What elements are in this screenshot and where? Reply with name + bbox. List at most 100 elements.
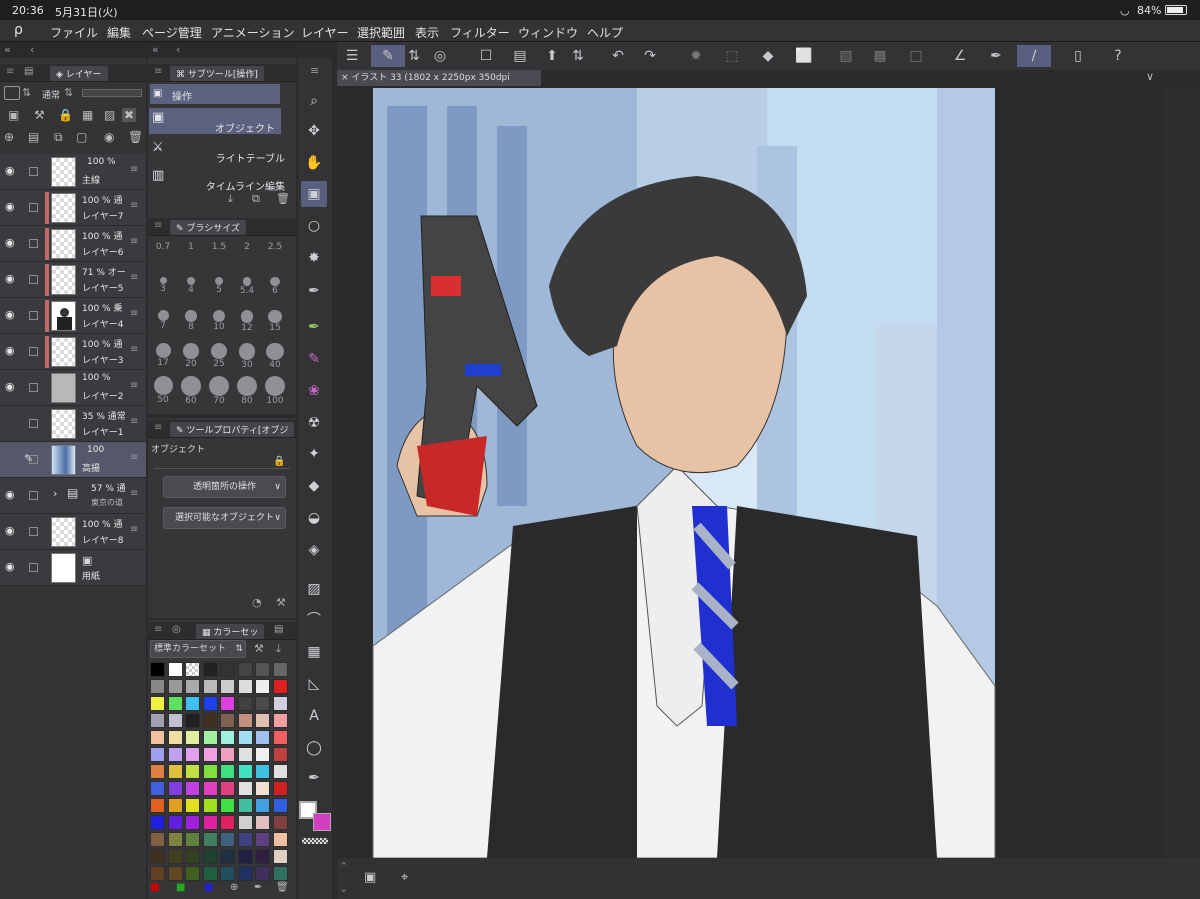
eye-icon[interactable]: ◉ (5, 380, 15, 393)
color-swatch[interactable] (272, 696, 288, 711)
brush-size-cell[interactable]: 4 (178, 275, 204, 305)
correction-icon[interactable]: ✒ (301, 765, 327, 791)
merge-icon[interactable]: ▢ (76, 130, 87, 144)
open-folder-icon[interactable]: ▤ (509, 45, 531, 67)
eyedrop-color-icon[interactable]: ✒ (254, 882, 262, 893)
color-swatch[interactable] (185, 662, 200, 677)
color-swatch[interactable] (185, 696, 200, 711)
color-swatch[interactable] (167, 764, 183, 779)
brush-size-cell[interactable]: 17 (150, 341, 176, 371)
wrench-icon[interactable]: ⚒ (276, 596, 286, 609)
color-swatch[interactable] (185, 764, 200, 779)
layer-menu-icon[interactable]: ≡ (130, 200, 138, 211)
color-swatch[interactable] (202, 696, 218, 711)
blend-stepper-icon[interactable]: ⇅ (22, 86, 31, 99)
menu-animation[interactable]: アニメーション (211, 24, 295, 41)
layer-row[interactable]: ◉ ▣ 用紙 (0, 550, 146, 586)
spiral-icon[interactable]: ◎ (429, 45, 451, 67)
color-swatch[interactable] (150, 798, 165, 813)
add-color-icon[interactable]: ⊕ (230, 882, 238, 893)
brush-size-cell[interactable]: 100 (262, 374, 288, 406)
color-swatch[interactable] (255, 866, 270, 881)
color-swatch[interactable] (255, 679, 270, 694)
color-swatch[interactable] (272, 747, 288, 762)
color-swatch[interactable] (150, 696, 165, 711)
hamburger-icon[interactable]: ☰ (341, 45, 363, 67)
brush-size-tab[interactable]: ✎ ブラシサイズ (170, 220, 246, 235)
eye-icon[interactable]: ◉ (5, 560, 15, 573)
color-swatch[interactable] (237, 781, 253, 796)
help-icon[interactable]: ? (1107, 45, 1129, 67)
color-swatch[interactable] (237, 662, 253, 677)
color-swatch[interactable] (237, 764, 253, 779)
color-swatch[interactable] (202, 798, 218, 813)
color-swatch[interactable] (202, 764, 218, 779)
new-raster-icon[interactable]: ⊕ (4, 130, 14, 144)
layer-menu-icon[interactable]: ≡ (130, 488, 138, 499)
eye-icon[interactable]: ◉ (5, 488, 15, 501)
color-swatch[interactable] (150, 713, 165, 728)
layer-row[interactable]: ◉ 100 % レイヤー2 ≡ (0, 370, 146, 406)
layer-checkbox[interactable] (29, 167, 38, 176)
brush-size-cell[interactable]: 10 (206, 308, 232, 338)
layer-menu-icon[interactable]: ≡ (130, 308, 138, 319)
color-import-icon[interactable]: ⤓ (276, 642, 281, 656)
brush-size-cell[interactable]: 20 (178, 341, 204, 371)
color-swatch[interactable] (220, 764, 235, 779)
color-swatch[interactable] (185, 832, 200, 847)
loading-icon[interactable]: ✸ (685, 45, 707, 67)
magic-wand-icon[interactable]: ✸ (301, 245, 327, 271)
color-swatch[interactable] (255, 849, 270, 864)
layer-checkbox[interactable] (29, 239, 38, 248)
color-swatch[interactable] (202, 866, 218, 881)
subtool-trash-icon[interactable]: 🗑 (276, 192, 290, 205)
brush-size-cell[interactable]: 70 (206, 374, 232, 406)
color-swatch[interactable] (185, 747, 200, 762)
layer-checkbox[interactable] (29, 311, 38, 320)
tool-property-tab[interactable]: ✎ ツールプロパティ[オブジ (170, 422, 295, 437)
blend-shape-icon[interactable] (4, 86, 20, 100)
brush-size-cell[interactable]: 12 (234, 308, 260, 338)
menu-layer[interactable]: レイヤー (301, 24, 349, 41)
layer-folder-row[interactable]: ◉ › ▤ 57 % 通 東京の道 ≡ (0, 478, 146, 514)
copy-layer-icon[interactable]: ⧉ (54, 130, 63, 145)
hand-tool-icon[interactable]: ✋ (301, 150, 327, 176)
layer-row[interactable]: ◉ 100 % 通 レイヤー8 ≡ (0, 514, 146, 550)
airbrush-icon[interactable]: ☢ (301, 410, 327, 436)
layer-checkbox[interactable] (29, 383, 38, 392)
blend-tool-icon[interactable]: ◒ (301, 505, 327, 531)
brush-size-cell[interactable]: 1.5 (206, 242, 232, 272)
color-swatch[interactable] (272, 713, 288, 728)
menu-view[interactable]: 表示 (415, 24, 439, 41)
transparent-operation-dropdown[interactable]: 透明箇所の操作 ∨ (163, 476, 286, 498)
color-swatch[interactable] (237, 679, 253, 694)
color-swatch[interactable] (167, 866, 183, 881)
chevron-right-icon[interactable]: › (53, 487, 57, 500)
menu-help[interactable]: ヘルプ (587, 24, 623, 41)
layer-row[interactable]: ◉ 100 % 通 レイヤー3 ≡ (0, 334, 146, 370)
color-swatch[interactable] (167, 730, 183, 745)
chevron-down-icon[interactable]: ∨ (1146, 70, 1154, 83)
color-swatch[interactable] (150, 815, 165, 830)
color-swatch[interactable] (150, 764, 165, 779)
app-logo-icon[interactable]: ρ (14, 22, 23, 38)
color-swatch[interactable] (272, 798, 288, 813)
eye-icon[interactable]: ◉ (5, 272, 15, 285)
color-swatch[interactable] (220, 832, 235, 847)
color-swatch[interactable] (185, 849, 200, 864)
collapse-mid-icon[interactable]: « (152, 43, 159, 56)
color-swatch[interactable] (255, 730, 270, 745)
color-swatch[interactable] (220, 747, 235, 762)
mask-icon[interactable]: ◉ (104, 130, 114, 144)
color-swatch[interactable] (272, 866, 288, 881)
navigator-icon[interactable]: ▣ (364, 870, 376, 885)
operation-tool-icon[interactable]: ▣ (301, 181, 327, 207)
color-swatch[interactable] (202, 781, 218, 796)
color-swatch[interactable] (185, 713, 200, 728)
color-swatch[interactable] (150, 849, 165, 864)
subtool-timeline[interactable]: ▥ タイムライン編集 (149, 166, 285, 193)
color-swatch[interactable] (237, 747, 253, 762)
color-swatch[interactable] (255, 781, 270, 796)
brush-size-cell[interactable]: 1 (178, 242, 204, 272)
color-swatch[interactable] (167, 781, 183, 796)
